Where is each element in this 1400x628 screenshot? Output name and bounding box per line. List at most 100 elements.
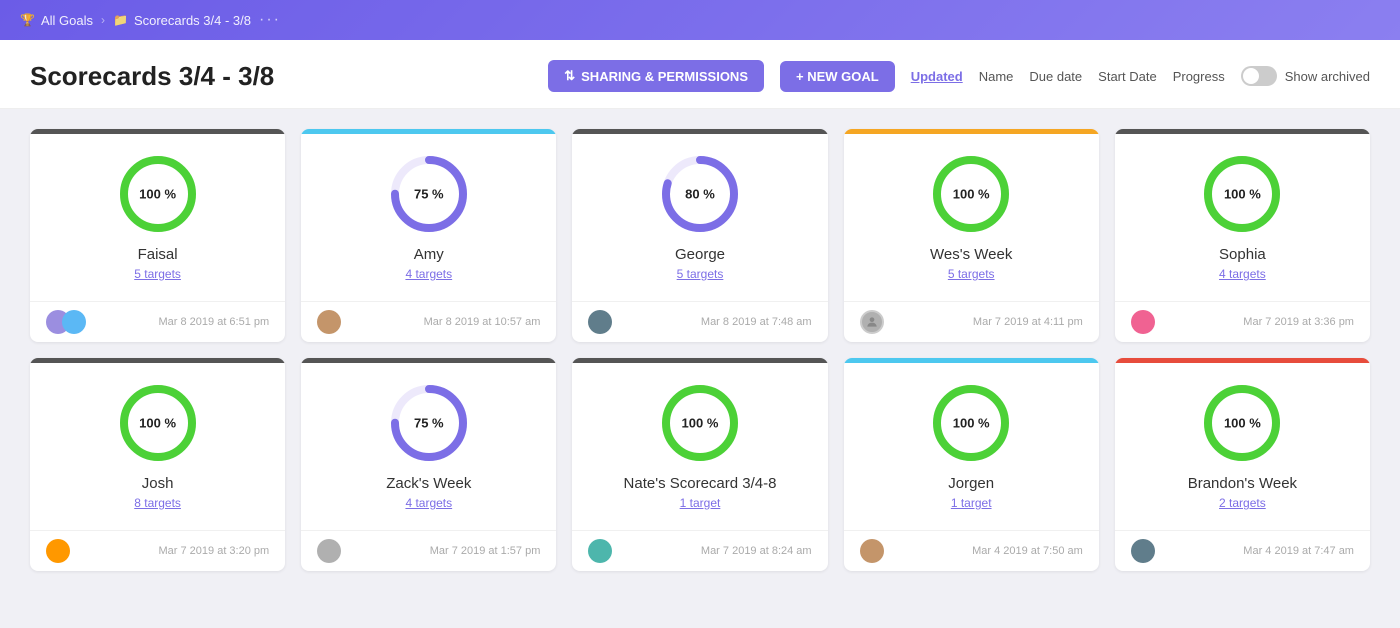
card-name: Josh bbox=[142, 475, 174, 492]
avatar bbox=[860, 539, 884, 563]
progress-label: 100 % bbox=[139, 416, 176, 431]
card-faisal: 100 % Faisal 5 targets Mar 8 2019 at 6:5… bbox=[30, 129, 285, 342]
card-targets[interactable]: 2 targets bbox=[1219, 496, 1266, 510]
card-name: Nate's Scorecard 3/4-8 bbox=[624, 475, 777, 492]
card-targets[interactable]: 4 targets bbox=[1219, 267, 1266, 281]
card-name: Amy bbox=[414, 246, 444, 263]
card-footer: Mar 7 2019 at 3:20 pm bbox=[30, 530, 285, 571]
progress-label: 100 % bbox=[1224, 187, 1261, 202]
card-targets[interactable]: 5 targets bbox=[948, 267, 995, 281]
main-content: 100 % Faisal 5 targets Mar 8 2019 at 6:5… bbox=[0, 109, 1400, 591]
card-body: 100 % Nate's Scorecard 3/4-8 1 target bbox=[572, 363, 827, 530]
sort-start-date[interactable]: Start Date bbox=[1098, 69, 1157, 84]
avatar bbox=[860, 310, 884, 334]
card-name: Faisal bbox=[138, 246, 178, 263]
progress-label: 100 % bbox=[953, 187, 990, 202]
card-date: Mar 8 2019 at 6:51 pm bbox=[159, 316, 270, 328]
card-footer: Mar 7 2019 at 4:11 pm bbox=[844, 301, 1099, 342]
card-targets[interactable]: 1 target bbox=[680, 496, 721, 510]
card-brandons-week: 100 % Brandon's Week 2 targets Mar 4 201… bbox=[1115, 358, 1370, 571]
card-body: 100 % Brandon's Week 2 targets bbox=[1115, 363, 1370, 530]
card-footer: Mar 8 2019 at 10:57 am bbox=[301, 301, 556, 342]
card-targets[interactable]: 8 targets bbox=[134, 496, 181, 510]
card-targets[interactable]: 4 targets bbox=[405, 267, 452, 281]
topbar-all-goals[interactable]: 🏆 All Goals bbox=[20, 13, 93, 28]
card-footer: Mar 4 2019 at 7:47 am bbox=[1115, 530, 1370, 571]
progress-circle: 100 % bbox=[931, 383, 1011, 463]
card-jorgen: 100 % Jorgen 1 target Mar 4 2019 at 7:50… bbox=[844, 358, 1099, 571]
card-date: Mar 4 2019 at 7:50 am bbox=[972, 545, 1083, 557]
sharing-btn-label: SHARING & PERMISSIONS bbox=[581, 69, 748, 84]
topbar-scorecard[interactable]: 📁 Scorecards 3/4 - 3/8 bbox=[113, 13, 251, 28]
cards-grid: 100 % Faisal 5 targets Mar 8 2019 at 6:5… bbox=[30, 129, 1370, 571]
card-footer: Mar 7 2019 at 1:57 pm bbox=[301, 530, 556, 571]
progress-circle: 100 % bbox=[1202, 154, 1282, 234]
card-name: Brandon's Week bbox=[1188, 475, 1297, 492]
avatar bbox=[317, 539, 341, 563]
sort-due-date[interactable]: Due date bbox=[1029, 69, 1082, 84]
new-goal-btn-label: + NEW GOAL bbox=[796, 69, 879, 84]
topbar: 🏆 All Goals › 📁 Scorecards 3/4 - 3/8 ··· bbox=[0, 0, 1400, 40]
progress-circle: 75 % bbox=[389, 154, 469, 234]
card-body: 100 % Faisal 5 targets bbox=[30, 134, 285, 301]
avatar bbox=[588, 310, 612, 334]
progress-circle: 100 % bbox=[118, 383, 198, 463]
card-body: 100 % Jorgen 1 target bbox=[844, 363, 1099, 530]
avatar bbox=[62, 310, 86, 334]
progress-circle: 100 % bbox=[660, 383, 740, 463]
page-header: Scorecards 3/4 - 3/8 ⇅ SHARING & PERMISS… bbox=[0, 40, 1400, 109]
card-targets[interactable]: 4 targets bbox=[405, 496, 452, 510]
card-wes-week: 100 % Wes's Week 5 targets Mar 7 2019 at… bbox=[844, 129, 1099, 342]
card-name: Wes's Week bbox=[930, 246, 1012, 263]
progress-label: 100 % bbox=[953, 416, 990, 431]
topbar-more-button[interactable]: ··· bbox=[259, 11, 281, 29]
topbar-scorecard-label: Scorecards 3/4 - 3/8 bbox=[134, 13, 251, 28]
card-date: Mar 4 2019 at 7:47 am bbox=[1243, 545, 1354, 557]
card-body: 75 % Zack's Week 4 targets bbox=[301, 363, 556, 530]
card-targets[interactable]: 5 targets bbox=[677, 267, 724, 281]
archived-toggle-switch[interactable] bbox=[1241, 66, 1277, 86]
progress-label: 100 % bbox=[139, 187, 176, 202]
card-body: 75 % Amy 4 targets bbox=[301, 134, 556, 301]
card-targets[interactable]: 1 target bbox=[951, 496, 992, 510]
sort-updated[interactable]: Updated bbox=[911, 69, 963, 84]
share-icon: ⇅ bbox=[564, 68, 575, 84]
new-goal-button[interactable]: + NEW GOAL bbox=[780, 61, 895, 92]
sort-options: Updated Name Due date Start Date Progres… bbox=[911, 69, 1225, 84]
avatar bbox=[317, 310, 341, 334]
card-date: Mar 8 2019 at 10:57 am bbox=[424, 316, 541, 328]
progress-circle: 100 % bbox=[931, 154, 1011, 234]
show-archived-toggle: Show archived bbox=[1241, 66, 1370, 86]
sharing-permissions-button[interactable]: ⇅ SHARING & PERMISSIONS bbox=[548, 60, 764, 92]
avatar bbox=[1131, 310, 1155, 334]
card-date: Mar 7 2019 at 4:11 pm bbox=[973, 316, 1083, 328]
topbar-all-goals-label: All Goals bbox=[41, 13, 93, 28]
progress-circle: 80 % bbox=[660, 154, 740, 234]
progress-label: 75 % bbox=[414, 187, 444, 202]
card-body: 100 % Sophia 4 targets bbox=[1115, 134, 1370, 301]
card-name: Zack's Week bbox=[386, 475, 471, 492]
card-date: Mar 7 2019 at 3:36 pm bbox=[1243, 316, 1354, 328]
progress-circle: 100 % bbox=[118, 154, 198, 234]
card-footer: Mar 7 2019 at 3:36 pm bbox=[1115, 301, 1370, 342]
card-targets[interactable]: 5 targets bbox=[134, 267, 181, 281]
card-date: Mar 8 2019 at 7:48 am bbox=[701, 316, 812, 328]
card-nate-scorecard: 100 % Nate's Scorecard 3/4-8 1 target Ma… bbox=[572, 358, 827, 571]
card-amy: 75 % Amy 4 targets Mar 8 2019 at 10:57 a… bbox=[301, 129, 556, 342]
card-footer: Mar 8 2019 at 7:48 am bbox=[572, 301, 827, 342]
card-footer: Mar 8 2019 at 6:51 pm bbox=[30, 301, 285, 342]
card-zacks-week: 75 % Zack's Week 4 targets Mar 7 2019 at… bbox=[301, 358, 556, 571]
avatar bbox=[46, 539, 70, 563]
sort-name[interactable]: Name bbox=[979, 69, 1014, 84]
card-date: Mar 7 2019 at 8:24 am bbox=[701, 545, 812, 557]
progress-label: 80 % bbox=[685, 187, 715, 202]
show-archived-label: Show archived bbox=[1285, 69, 1370, 84]
folder-icon: 📁 bbox=[113, 13, 128, 27]
avatar bbox=[588, 539, 612, 563]
sort-progress[interactable]: Progress bbox=[1173, 69, 1225, 84]
page-title: Scorecards 3/4 - 3/8 bbox=[30, 61, 532, 92]
card-name: Sophia bbox=[1219, 246, 1266, 263]
card-date: Mar 7 2019 at 3:20 pm bbox=[159, 545, 270, 557]
progress-label: 100 % bbox=[682, 416, 719, 431]
progress-label: 100 % bbox=[1224, 416, 1261, 431]
